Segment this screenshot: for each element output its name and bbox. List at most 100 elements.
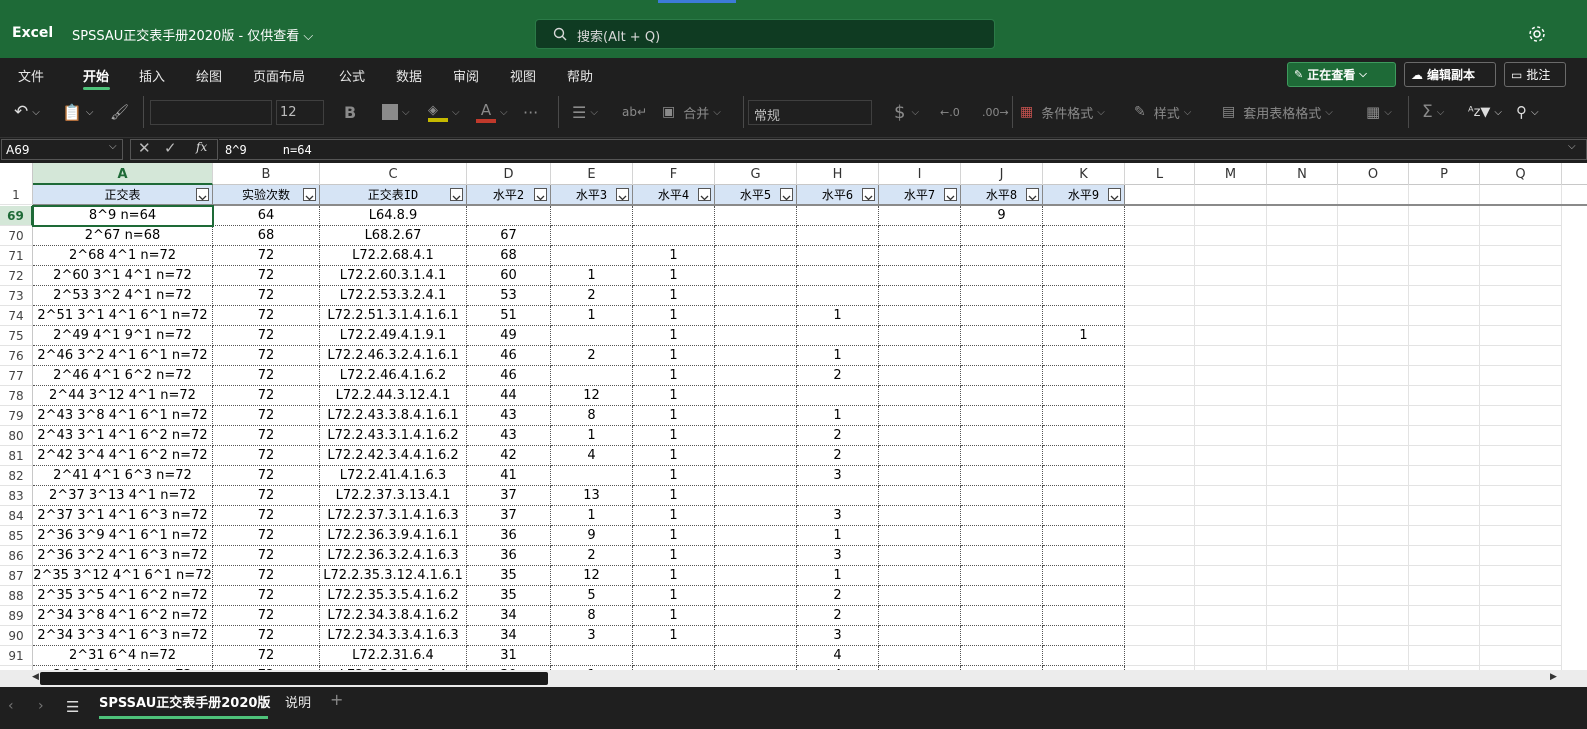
empty-cell[interactable] [1338, 426, 1409, 446]
table-cell[interactable] [797, 326, 879, 346]
table-cell[interactable] [879, 566, 961, 586]
empty-cell[interactable] [1267, 366, 1338, 386]
app-name[interactable]: Excel [12, 25, 53, 41]
table-cell[interactable]: 3 [797, 466, 879, 486]
table-cell[interactable] [961, 646, 1043, 666]
empty-cell[interactable] [1480, 446, 1562, 466]
filter-dropdown-icon[interactable] [698, 188, 711, 201]
table-cell[interactable]: 1 [797, 566, 879, 586]
empty-cell[interactable] [1480, 366, 1562, 386]
find-button[interactable]: ⚲ ⌵ [1516, 98, 1539, 126]
table-cell[interactable] [551, 206, 633, 226]
table-cell[interactable] [879, 546, 961, 566]
empty-cell[interactable] [1195, 406, 1267, 426]
table-cell[interactable] [1043, 386, 1125, 406]
bold-button[interactable]: B [344, 98, 356, 126]
table-cell[interactable] [879, 426, 961, 446]
empty-cell[interactable] [1480, 266, 1562, 286]
empty-cell[interactable] [1195, 386, 1267, 406]
table-cell[interactable]: 1 [633, 606, 715, 626]
empty-cell[interactable] [1125, 266, 1195, 286]
table-cell[interactable]: 2 [551, 346, 633, 366]
table-cell[interactable] [715, 386, 797, 406]
empty-cell[interactable] [1338, 486, 1409, 506]
undo-button[interactable]: ↶ ⌵ [14, 98, 40, 126]
empty-cell[interactable] [1125, 326, 1195, 346]
table-cell[interactable]: 1 [633, 586, 715, 606]
empty-cell[interactable] [1195, 185, 1267, 205]
empty-cell[interactable] [1125, 546, 1195, 566]
menu-tab-help[interactable]: 帮助 [567, 66, 593, 85]
row-header[interactable]: 84 [0, 506, 33, 526]
empty-cell[interactable] [1409, 346, 1480, 366]
row-header[interactable]: 1 [0, 185, 33, 205]
table-cell[interactable]: 1 [797, 346, 879, 366]
empty-cell[interactable] [1267, 206, 1338, 226]
empty-cell[interactable] [1480, 306, 1562, 326]
empty-cell[interactable] [1195, 226, 1267, 246]
table-cell[interactable] [879, 266, 961, 286]
empty-cell[interactable] [1195, 546, 1267, 566]
table-cell[interactable] [715, 486, 797, 506]
table-cell[interactable]: 2^46 4^1 6^2 n=72 [33, 366, 213, 386]
empty-cell[interactable] [1195, 566, 1267, 586]
row-header[interactable]: 89 [0, 606, 33, 626]
row-header[interactable]: 86 [0, 546, 33, 566]
table-cell[interactable]: 72 [213, 246, 320, 266]
sheet-tab-notes[interactable]: 说明 [285, 692, 311, 711]
table-cell[interactable]: L72.2.49.4.1.9.1 [320, 326, 467, 346]
table-cell[interactable]: 9 [961, 206, 1043, 226]
table-cell[interactable]: 2^31 6^4 n=72 [33, 646, 213, 666]
chevron-down-icon[interactable]: ⌵ [109, 141, 117, 152]
name-box[interactable]: A69 [1, 139, 123, 160]
row-header[interactable]: 74 [0, 306, 33, 326]
table-cell[interactable]: 72 [213, 566, 320, 586]
table-cell[interactable] [715, 366, 797, 386]
table-cell[interactable]: 2 [551, 286, 633, 306]
menu-tab-file[interactable]: 文件 [18, 66, 44, 85]
table-cell[interactable] [715, 566, 797, 586]
table-cell[interactable] [715, 506, 797, 526]
empty-cell[interactable] [1480, 286, 1562, 306]
empty-cell[interactable] [1125, 426, 1195, 446]
table-cell[interactable]: 1 [633, 626, 715, 646]
table-cell[interactable]: L72.2.34.3.8.4.1.6.2 [320, 606, 467, 626]
table-cell[interactable]: 3 [551, 626, 633, 646]
empty-cell[interactable] [1267, 526, 1338, 546]
align-button[interactable]: ☰ ⌵ [572, 98, 598, 126]
table-cell[interactable] [879, 346, 961, 366]
table-cell[interactable] [715, 446, 797, 466]
table-cell[interactable] [879, 386, 961, 406]
empty-cell[interactable] [1195, 646, 1267, 666]
table-cell[interactable] [1043, 226, 1125, 246]
table-cell[interactable]: 2^35 3^12 4^1 6^1 n=72 [33, 566, 213, 586]
empty-cell[interactable] [1125, 526, 1195, 546]
empty-cell[interactable] [1267, 626, 1338, 646]
table-cell[interactable]: 2^49 4^1 9^1 n=72 [33, 326, 213, 346]
table-cell[interactable]: 64 [213, 206, 320, 226]
table-cell[interactable]: 37 [467, 486, 551, 506]
empty-cell[interactable] [1409, 606, 1480, 626]
border-button[interactable]: ⌵ [382, 98, 410, 126]
empty-cell[interactable] [1480, 566, 1562, 586]
menu-tab-view[interactable]: 视图 [510, 66, 536, 85]
table-cell[interactable] [1043, 206, 1125, 226]
table-cell[interactable]: L72.2.51.3.1.4.1.6.1 [320, 306, 467, 326]
table-cell[interactable] [879, 226, 961, 246]
table-cell[interactable]: 3 [797, 546, 879, 566]
table-cell[interactable]: 72 [213, 486, 320, 506]
table-cell[interactable] [551, 646, 633, 666]
table-cell[interactable] [633, 206, 715, 226]
autosum-button[interactable]: Σ ⌵ [1422, 98, 1444, 126]
table-cell[interactable] [715, 406, 797, 426]
chevron-down-icon[interactable]: ⌵ [1568, 141, 1576, 152]
table-cell[interactable] [961, 386, 1043, 406]
menu-tab-home[interactable]: 开始 [83, 66, 109, 85]
column-header-j[interactable]: J [961, 163, 1043, 185]
row-header[interactable]: 91 [0, 646, 33, 666]
empty-cell[interactable] [1409, 486, 1480, 506]
styles-button[interactable]: ✎ 样式 ⌵ [1134, 98, 1191, 126]
table-cell[interactable]: 9 [551, 526, 633, 546]
search-placeholder[interactable]: 搜索(Alt + Q) [577, 26, 660, 45]
table-cell[interactable] [879, 606, 961, 626]
